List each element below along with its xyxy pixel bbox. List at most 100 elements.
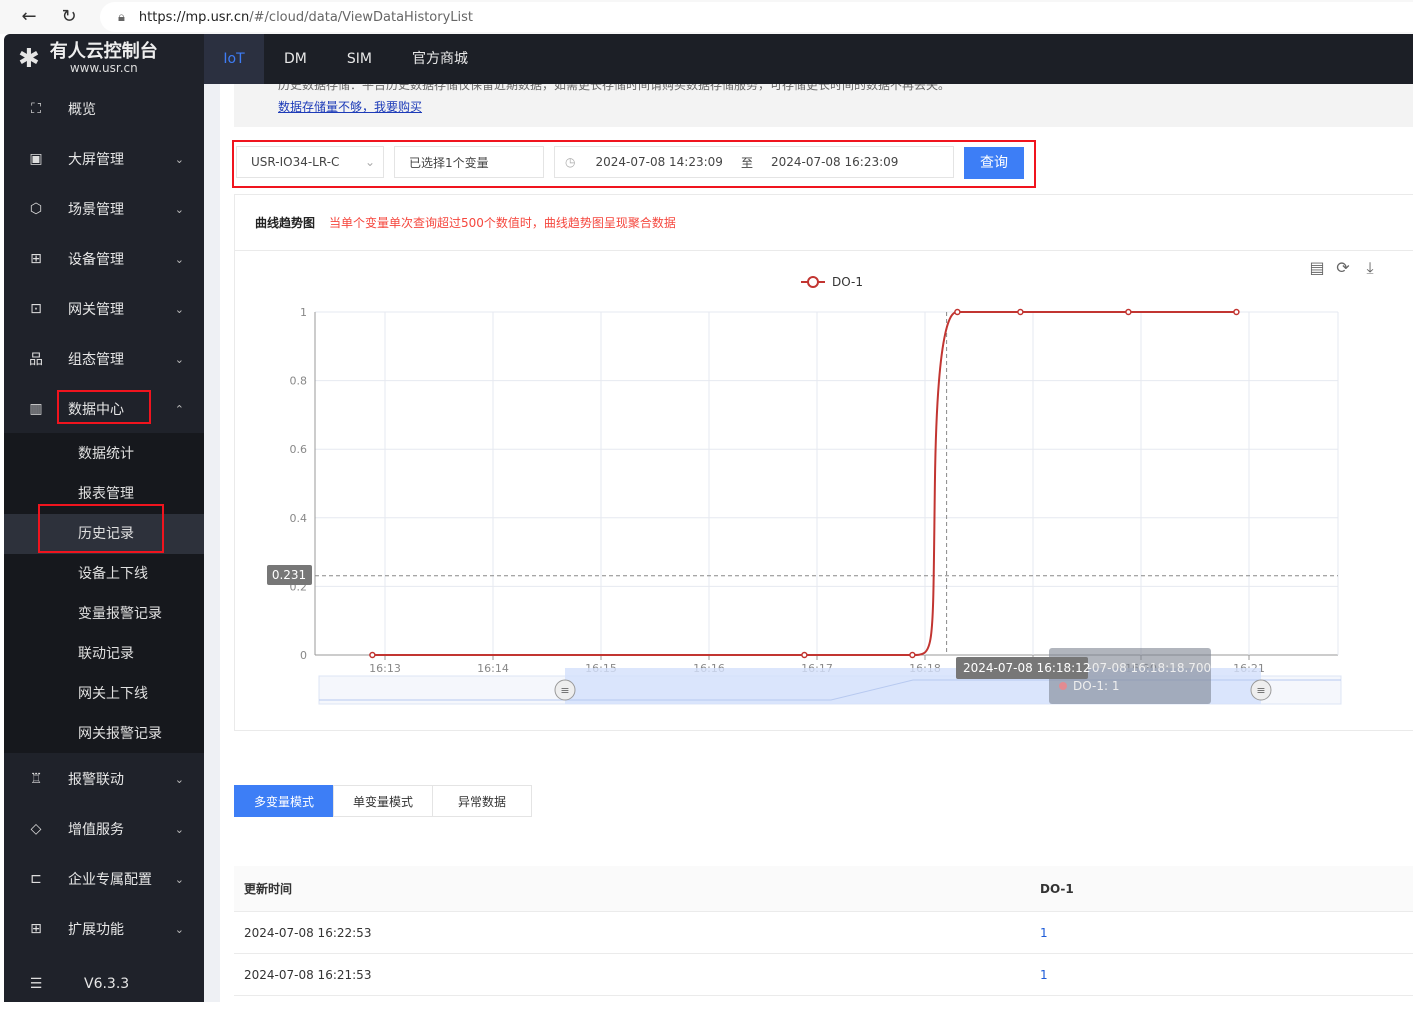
chevron-icon: ⌄ — [174, 772, 184, 786]
version-label: V6.3.3 — [84, 976, 130, 992]
y-tick-label: 0.4 — [290, 512, 308, 525]
chevron-icon: ⌄ — [174, 302, 184, 316]
logo-subtitle: www.usr.cn — [69, 61, 138, 75]
sidebar-item[interactable]: ♖ 报警联动 ⌄ — [4, 754, 204, 804]
sidebar-item[interactable]: ⊞ 扩展功能 ⌄ — [4, 904, 204, 954]
data-point — [909, 651, 916, 659]
table-header: 更新时间 DO-1 — [234, 866, 1413, 912]
chevron-icon: ⌃ — [174, 402, 184, 416]
data-point — [801, 651, 808, 659]
refresh-icon[interactable]: ⟳ — [1336, 258, 1350, 277]
storage-notice: 历史数据存储：平台历史数据存储仅保留近期数据，如需更长存储时间请购买数据存储服务… — [234, 84, 1413, 127]
data-view-icon[interactable]: ▤ — [1309, 258, 1324, 277]
panel-note: 当单个变量单次查询超过500个数值时，曲线趋势图呈现聚合数据 — [329, 216, 676, 230]
submenu-item[interactable]: 网关上下线 — [4, 674, 204, 714]
series-line-do-1 — [372, 311, 1237, 656]
logo[interactable]: ✱ 有人云控制台 www.usr.cn — [4, 34, 204, 84]
tab-abnormal-data[interactable]: 异常数据 — [432, 785, 532, 817]
logo-person-icon: ✱ — [18, 44, 40, 74]
submenu-item[interactable]: 联动记录 — [4, 634, 204, 674]
submenu-item[interactable]: 报表管理 — [4, 474, 204, 514]
address-bar[interactable]: 🔒︎ https://mp.usr.cn/#/cloud/data/ViewDa… — [100, 2, 1413, 32]
x-tick-label: 16:13 — [369, 662, 401, 675]
cell-value: 1 — [1040, 926, 1048, 940]
date-range-picker[interactable]: ◷ 2024-07-08 14:23:09 至 2024-07-08 16:23… — [554, 146, 954, 178]
y-tick-label: 0 — [300, 649, 307, 662]
sidebar-item-label: 设备管理 — [68, 252, 124, 268]
reload-icon[interactable]: ↻ — [58, 6, 80, 28]
chevron-icon: ⌄ — [174, 872, 184, 886]
tab-iot[interactable]: IoT — [204, 34, 264, 84]
query-button[interactable]: 查询 — [964, 147, 1024, 179]
submenu-item[interactable]: 变量报警记录 — [4, 594, 204, 634]
panel-title: 曲线趋势图 — [255, 216, 316, 230]
col-header: DO-1 — [1040, 882, 1074, 896]
browser-bar: ← ↻ 🔒︎ https://mp.usr.cn/#/cloud/data/Vi… — [0, 0, 1413, 34]
sidebar-item-label: 组态管理 — [68, 352, 124, 368]
submenu-item[interactable]: 历史记录 — [4, 514, 204, 554]
sidebar-item-label: 报警联动 — [68, 772, 124, 788]
submenu-item[interactable]: 数据统计 — [4, 434, 204, 474]
data-point — [954, 308, 961, 316]
download-icon[interactable]: ⤓ — [1366, 258, 1373, 277]
gateway-icon: ⊡ — [30, 301, 42, 317]
mode-tabs: 多变量模式 单变量模式 异常数据 — [234, 785, 532, 817]
sidebar-item[interactable]: ⊡ 网关管理 ⌄ — [4, 284, 204, 334]
legend-marker — [807, 276, 819, 288]
chevron-down-icon: ⌄ — [364, 155, 375, 169]
tab-sim[interactable]: SIM — [327, 34, 392, 84]
tab-single-variable[interactable]: 单变量模式 — [333, 785, 433, 817]
sidebar: ✱ 有人云控制台 www.usr.cn ⛶ 概览 ▣ 大屏管理 ⌄ ⬡ 场景管理 ⌄ ⊞ 设备管理 ⌄… — [4, 34, 204, 1002]
sidebar-item[interactable]: ⊞ 设备管理 ⌄ — [4, 234, 204, 284]
sidebar-item-label: 企业专属配置 — [68, 872, 152, 888]
data-point — [1017, 308, 1024, 316]
data-point — [1233, 308, 1240, 316]
tab-multi-variable[interactable]: 多变量模式 — [234, 785, 334, 817]
back-icon[interactable]: ← — [18, 6, 40, 28]
buy-storage-link[interactable]: 数据存储量不够，我要购买 — [278, 98, 1413, 115]
sidebar-item[interactable]: ◇ 增值服务 ⌄ — [4, 804, 204, 854]
alarm-icon: ♖ — [29, 771, 43, 787]
tab-store[interactable]: 官方商城 — [392, 34, 488, 84]
chevron-icon: ⌄ — [174, 152, 184, 166]
sidebar-item[interactable]: ⊏ 企业专属配置 ⌄ — [4, 854, 204, 904]
tab-dm[interactable]: DM — [264, 34, 327, 84]
config-icon: 品 — [29, 352, 43, 368]
top-nav: IoT DM SIM 官方商城 — [204, 34, 1413, 84]
sidebar-item-label: 场景管理 — [68, 202, 124, 218]
clock-icon: ◷ — [565, 155, 576, 169]
tooltip-marker — [1059, 682, 1067, 690]
line-chart: 00.20.40.60.8116:1316:1416:1516:1616:171… — [267, 258, 1374, 705]
cell-time: 2024-07-08 16:22:53 — [244, 926, 372, 940]
y-tick-label: 0.6 — [290, 443, 308, 456]
sidebar-item[interactable]: ▥ 数据中心 ⌃ — [4, 384, 204, 434]
chevron-icon: ⌄ — [174, 202, 184, 216]
sidebar-item[interactable]: ⬡ 场景管理 ⌄ — [4, 184, 204, 234]
tooltip-item: DO-1: 1 — [1073, 679, 1119, 693]
chevron-icon: ⌄ — [174, 352, 184, 366]
chevron-icon: ⌄ — [174, 922, 184, 936]
handle-grip-icon: ≡ — [560, 684, 569, 697]
sidebar-item-label: 扩展功能 — [68, 922, 124, 938]
crosshair-x-label: 2024-07-08 16:18:12 — [963, 661, 1090, 675]
menu-collapse-icon[interactable]: ☰ — [4, 976, 68, 992]
sidebar-item[interactable]: 品 组态管理 ⌄ — [4, 334, 204, 384]
diamond-icon: ◇ — [30, 821, 42, 837]
cell-value: 1 — [1040, 968, 1048, 982]
submenu-item[interactable]: 设备上下线 — [4, 554, 204, 594]
sidebar-item-label: 数据中心 — [68, 402, 124, 418]
data-point — [369, 651, 376, 659]
device-value: USR-IO34-LR-C — [251, 155, 340, 169]
sidebar-item[interactable]: ⛶ 概览 — [4, 84, 204, 134]
data-point — [1125, 308, 1132, 316]
variable-select[interactable]: 已选择1个变量 — [394, 146, 544, 178]
start-time[interactable]: 2024-07-08 14:23:09 — [595, 155, 722, 169]
sidebar-item[interactable]: ▣ 大屏管理 ⌄ — [4, 134, 204, 184]
bar-chart-icon: ▥ — [29, 401, 43, 417]
col-header: 更新时间 — [244, 882, 293, 896]
device-select[interactable]: USR-IO34-LR-C ⌄ — [236, 146, 384, 178]
url-path: /#/cloud/data/ViewDataHistoryList — [249, 9, 474, 25]
notice-text: 历史数据存储：平台历史数据存储仅保留近期数据，如需更长存储时间请购买数据存储服务… — [278, 84, 951, 92]
end-time[interactable]: 2024-07-08 16:23:09 — [771, 155, 898, 169]
submenu-item[interactable]: 网关报警记录 — [4, 714, 204, 754]
